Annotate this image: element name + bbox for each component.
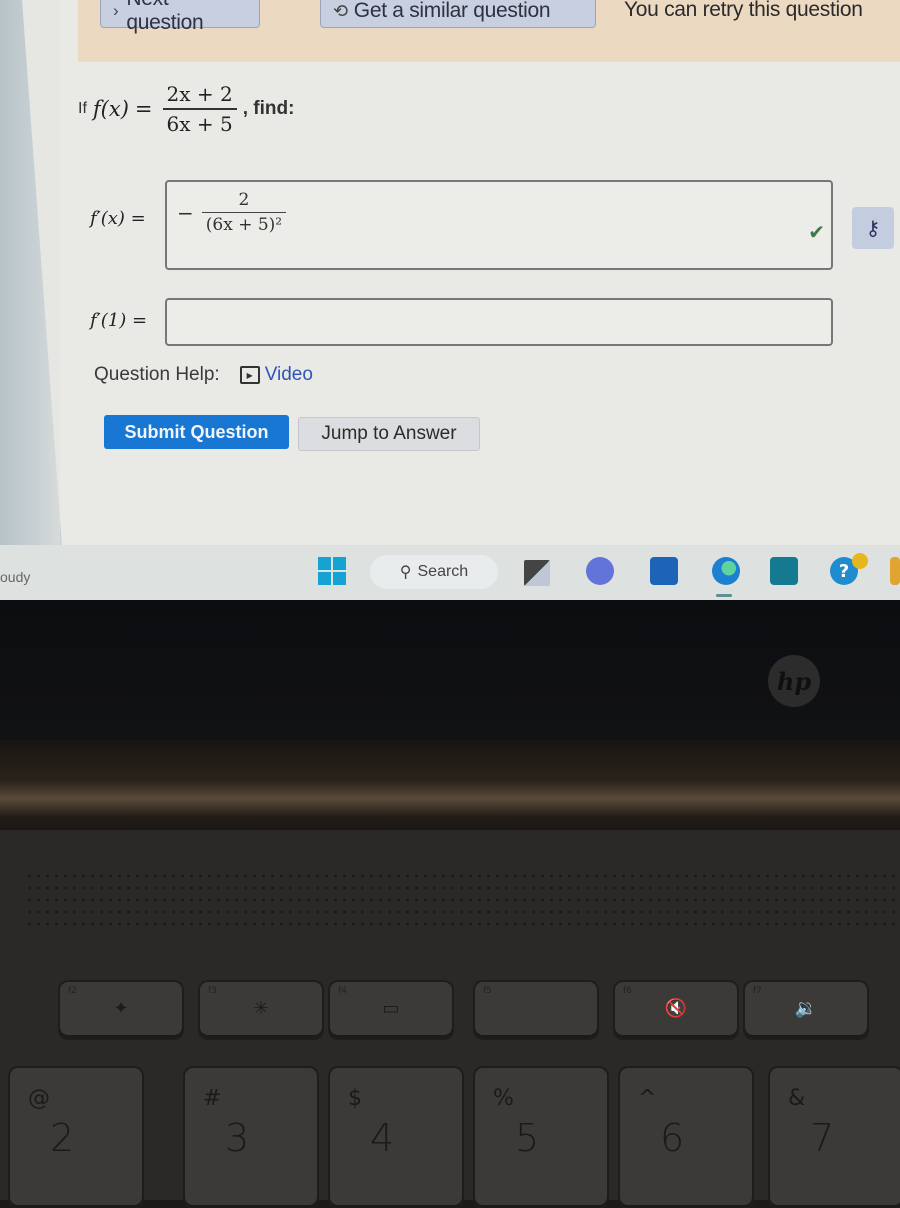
answer-fraction-bar xyxy=(201,212,287,213)
key-symbol: & xyxy=(788,1086,806,1111)
question-prefix: If xyxy=(78,100,87,117)
function-key-f3[interactable]: f3 ✳ xyxy=(200,982,322,1038)
key-symbol: % xyxy=(493,1086,514,1111)
question-toolbar: › Next question ⟲ Get a similar question… xyxy=(78,0,900,62)
photos-icon[interactable] xyxy=(770,557,798,585)
search-icon: ⚲ xyxy=(399,564,412,581)
function-key-f4[interactable]: f4 ▭ xyxy=(330,982,452,1038)
derivative-answer-expression: − 2 (6x + 5)² xyxy=(177,190,287,235)
function-key-icon: 🔇 xyxy=(664,998,688,1019)
function-key-f6[interactable]: f6 🔇 xyxy=(615,982,737,1038)
next-question-label: Next question xyxy=(126,0,204,34)
notification-badge xyxy=(852,553,868,569)
function-key-icon: ✦ xyxy=(113,998,129,1019)
key-symbol: @ xyxy=(28,1086,50,1111)
function-key-f5[interactable]: f5 xyxy=(475,982,597,1038)
search-label: Search xyxy=(417,563,469,580)
submit-question-button[interactable]: Submit Question xyxy=(104,415,289,449)
similar-question-label: Get a similar question xyxy=(353,0,551,22)
key-digit: 5 xyxy=(515,1116,540,1160)
edge-icon[interactable] xyxy=(712,557,740,585)
number-key-3[interactable]: #3 xyxy=(185,1068,317,1208)
function-key-label: f3 xyxy=(208,986,217,996)
key-digit: 3 xyxy=(225,1116,250,1160)
function-key-f2[interactable]: f2 ✦ xyxy=(60,982,182,1038)
key-digit: 4 xyxy=(370,1116,395,1160)
number-key-6[interactable]: ^ 6 xyxy=(620,1068,752,1208)
number-key-7[interactable]: & 7 xyxy=(770,1068,900,1208)
function-key-label: f2 xyxy=(68,986,77,996)
equals-sign: = xyxy=(134,97,153,121)
hp-logo: hp xyxy=(768,655,820,707)
refresh-icon: ⟲ xyxy=(333,0,348,21)
file-explorer-icon[interactable] xyxy=(890,557,900,585)
function-key-icon: 🔉 xyxy=(794,998,818,1019)
chevron-right-icon: › xyxy=(113,1,119,20)
fraction-numerator: 2x + 2 xyxy=(166,82,233,106)
derivative-at-1-label: f′(1) = xyxy=(90,310,148,331)
key-digit: 7 xyxy=(810,1116,835,1160)
key-symbol: # xyxy=(203,1086,222,1111)
screen-bezel xyxy=(0,600,900,740)
taskbar: oudy ⚲ Search ? xyxy=(0,545,900,600)
next-question-button[interactable]: › Next question xyxy=(100,0,260,34)
function-key-icon: ▭ xyxy=(382,998,400,1019)
key-digit: 6 xyxy=(660,1116,685,1160)
key-digit: 2 xyxy=(50,1116,75,1160)
derivative-label: f′(x) = xyxy=(90,208,146,229)
key-symbol: ^ xyxy=(638,1086,657,1111)
function-key-f7[interactable]: f7 🔉 xyxy=(745,982,867,1038)
number-key-2[interactable]: @2 xyxy=(10,1068,142,1208)
fraction-denominator: 6x + 5 xyxy=(166,112,233,136)
active-app-indicator xyxy=(716,594,732,597)
video-link[interactable]: Video xyxy=(265,364,313,386)
fraction-bar xyxy=(162,108,237,110)
jump-to-answer-button[interactable]: Jump to Answer xyxy=(298,417,480,451)
answer-sign: − xyxy=(177,200,194,225)
similar-question-button[interactable]: ⟲ Get a similar question xyxy=(320,0,596,28)
answer-denominator: (6x + 5)² xyxy=(205,215,283,235)
number-key-5[interactable]: % 5 xyxy=(475,1068,607,1208)
question-help-label: Question Help: xyxy=(94,364,220,385)
function-key-label: f5 xyxy=(483,986,492,996)
answer-numerator: 2 xyxy=(238,190,250,210)
function-key-icon: ✳ xyxy=(253,998,269,1019)
task-view-icon[interactable] xyxy=(524,560,550,586)
meet-icon[interactable] xyxy=(586,557,614,585)
number-key-4[interactable]: $4 xyxy=(330,1068,462,1208)
answer-key-button[interactable]: ⚷ xyxy=(852,207,894,249)
video-play-icon[interactable]: ▶ xyxy=(239,366,260,384)
speaker-grille xyxy=(25,870,900,930)
key-icon: ⚷ xyxy=(865,216,881,240)
function-label: f(x) xyxy=(92,97,129,121)
taskbar-search[interactable]: ⚲ Search xyxy=(370,555,498,589)
key-symbol: $ xyxy=(348,1086,362,1111)
find-label: , find: xyxy=(242,98,295,119)
start-icon[interactable] xyxy=(318,557,346,585)
question-statement: If f(x) = 2x + 2 6x + 5 , find: xyxy=(78,82,294,136)
correct-check-icon: ✔ xyxy=(808,220,825,244)
laptop-screen: › Next question ⟲ Get a similar question… xyxy=(0,0,900,600)
function-key-label: f4 xyxy=(338,986,347,996)
retry-status-text: You can retry this question xyxy=(624,0,863,21)
store-icon[interactable] xyxy=(650,557,678,585)
function-key-label: f7 xyxy=(753,986,762,996)
question-help: Question Help: ▶ Video xyxy=(94,364,313,386)
function-key-label: f6 xyxy=(623,986,632,996)
derivative-at-1-input[interactable] xyxy=(165,298,833,346)
function-fraction: 2x + 2 6x + 5 xyxy=(162,82,237,136)
weather-widget[interactable]: oudy xyxy=(0,569,30,585)
laptop-hinge xyxy=(0,740,900,830)
derivative-answer-input[interactable]: − 2 (6x + 5)² ✔ xyxy=(165,180,833,270)
